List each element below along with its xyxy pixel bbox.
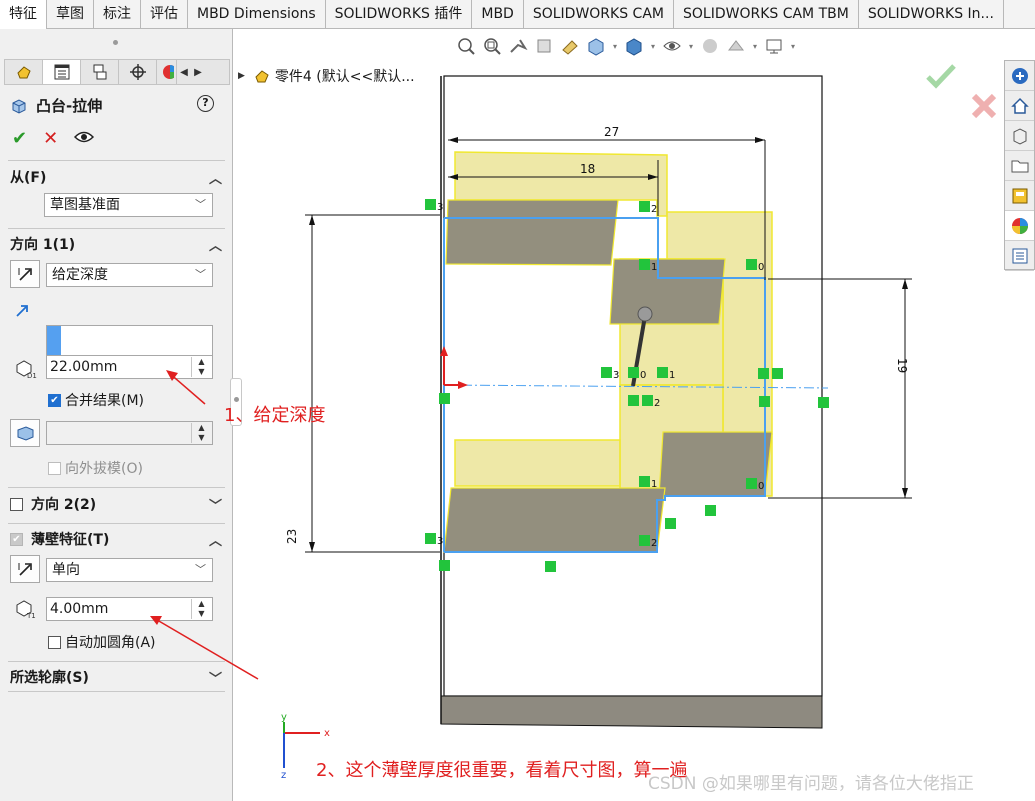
relation-label: 0: [640, 370, 646, 381]
relation-label: 1: [651, 479, 657, 490]
relation-label: 1: [669, 370, 675, 381]
annotation-depth: 1、给定深度: [224, 405, 326, 426]
model-scene: 27 18 19 23 3 2 1 0 3 0 1 2 1 0 3 2 x y …: [150, 75, 912, 781]
dim-27: 27: [604, 125, 619, 139]
relation-label: 3: [437, 202, 443, 213]
relation-label: 3: [613, 370, 619, 381]
dim-18: 18: [580, 162, 595, 176]
base-block-side: [440, 695, 823, 729]
triad-y: y: [281, 712, 287, 723]
watermark: CSDN @如果哪里有问题，请各位大佬指正: [648, 774, 974, 794]
relation-label: 3: [437, 536, 443, 547]
relation-label: 0: [758, 262, 764, 273]
relation-label: 2: [651, 204, 657, 215]
dim-19: 19: [895, 358, 909, 373]
relation-label: 2: [654, 398, 660, 409]
relation-label: 0: [758, 481, 764, 492]
relation-label: 2: [651, 538, 657, 549]
annotation-thickness: 2、这个薄壁厚度很重要，看着尺寸图，算一遍: [316, 760, 688, 781]
triad-z: z: [281, 770, 286, 781]
solidworks-window: 特征 草图 标注 评估 MBD Dimensions SOLIDWORKS 插件 MBD SO…: [0, 0, 1035, 801]
dim-23: 23: [285, 529, 299, 544]
relation-label: 1: [651, 262, 657, 273]
triad-x: x: [324, 728, 330, 739]
